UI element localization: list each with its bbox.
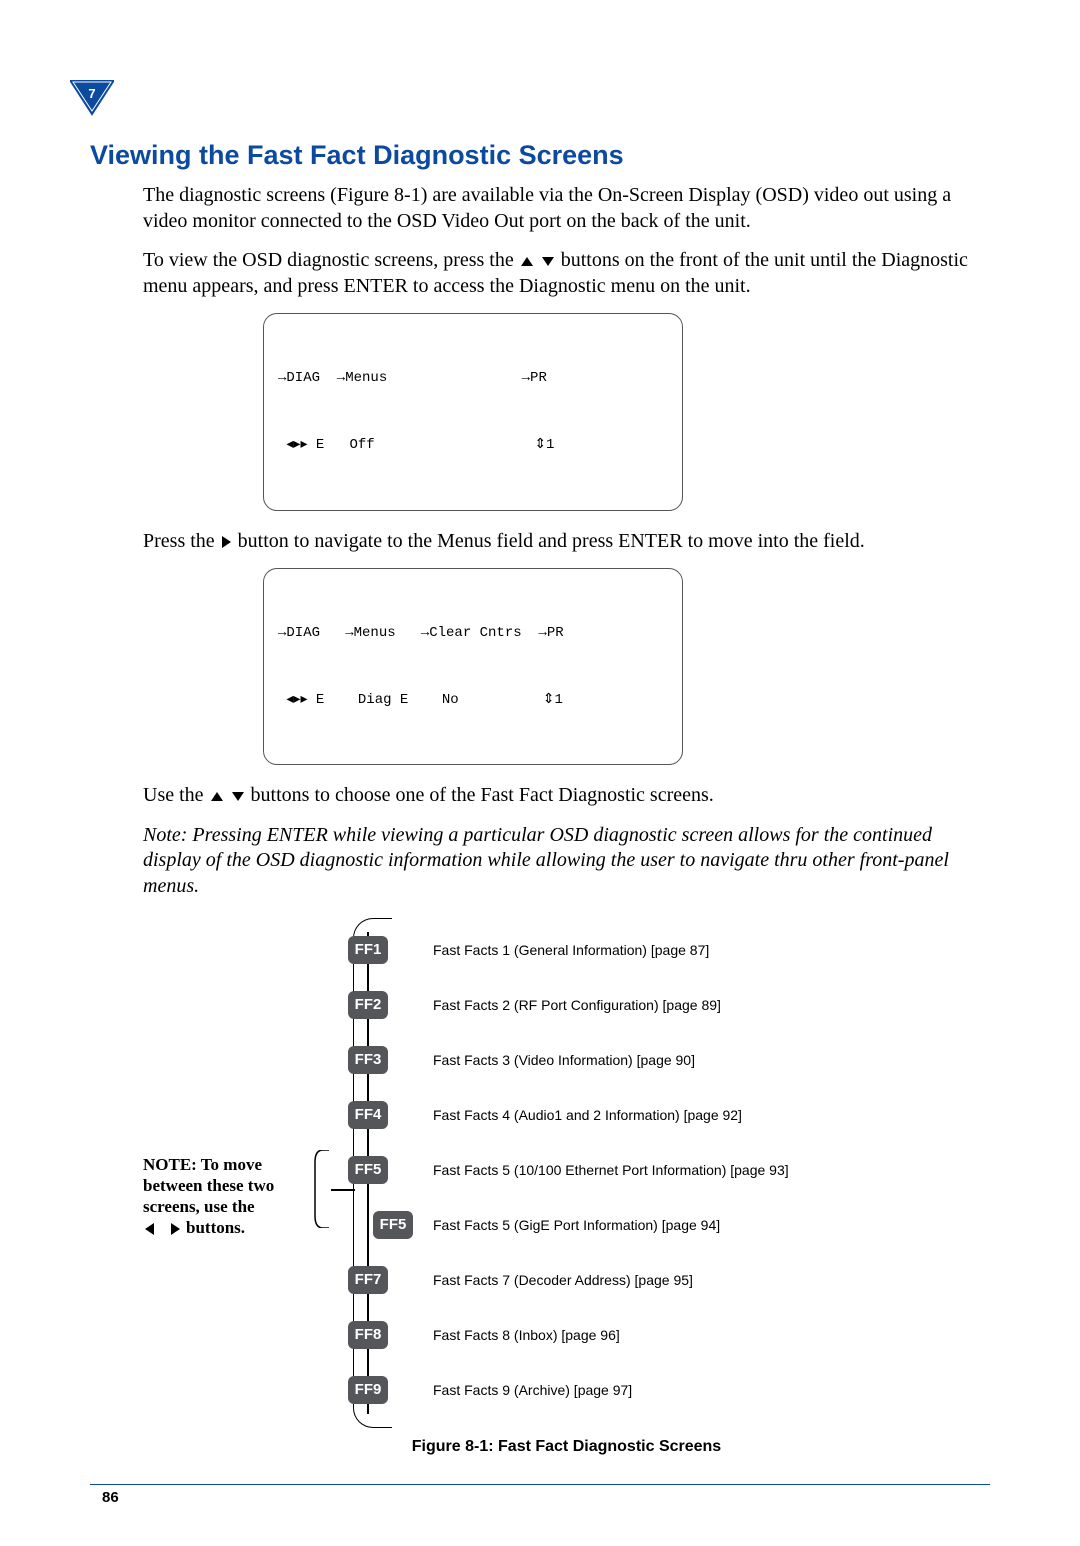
left-arrow-icon (145, 1223, 154, 1235)
footer-rule (90, 1484, 990, 1485)
up-arrow-icon (211, 792, 223, 801)
paragraph-osd-nav: To view the OSD diagnostic screens, pres… (143, 248, 990, 299)
ff-node: FF2 (348, 991, 388, 1019)
note-paragraph: Note: Pressing ENTER while viewing a par… (143, 823, 990, 900)
ff-node: FF7 (348, 1266, 388, 1294)
ff-node: FF3 (348, 1046, 388, 1074)
ff-label: Fast Facts 5 (10/100 Ethernet Port Infor… (433, 1156, 789, 1184)
page-title: Viewing the Fast Fact Diagnostic Screens (90, 140, 990, 171)
ff-node: FF5 (373, 1211, 413, 1239)
bracket-icon (313, 1150, 331, 1228)
lcd-display-1: →DIAG →Menus →PR ◂▸▸ E Off ⇕1 (263, 313, 683, 510)
ff-label: Fast Facts 1 (General Information) [page… (433, 936, 709, 964)
lcd-line: ◂▸▸ E Off ⇕1 (278, 434, 668, 456)
fast-fact-diagram: NOTE: To move between these two screens,… (143, 918, 990, 1428)
ff-node: FF8 (348, 1321, 388, 1349)
text: buttons. (186, 1218, 245, 1237)
right-arrow-icon (222, 536, 231, 548)
paragraph-choose-screen: Use the buttons to choose one of the Fas… (143, 783, 990, 809)
lcd-line: →DIAG →Menus →Clear Cntrs →PR (278, 622, 668, 644)
bracket-connector (331, 1189, 355, 1191)
up-arrow-icon (521, 257, 533, 266)
ff-label: Fast Facts 2 (RF Port Configuration) [pa… (433, 991, 721, 1019)
page-number: 86 (102, 1489, 990, 1506)
paragraph-menus-nav: Press the button to navigate to the Menu… (143, 529, 990, 555)
ff-label: Fast Facts 4 (Audio1 and 2 Information) … (433, 1101, 742, 1129)
text: button to navigate to the Menus field an… (238, 530, 865, 552)
ff-node: FF4 (348, 1101, 388, 1129)
down-arrow-icon (232, 792, 244, 801)
document-page: 7 Viewing the Fast Fact Diagnostic Scree… (0, 0, 1080, 1546)
diagram-side-note: NOTE: To move between these two screens,… (143, 1154, 313, 1239)
ff-label: Fast Facts 7 (Decoder Address) [page 95] (433, 1266, 693, 1294)
ff-node: FF1 (348, 936, 388, 964)
text: Use the (143, 784, 209, 806)
text: buttons to choose one of the Fast Fact D… (251, 784, 714, 806)
lcd-line: →DIAG →Menus →PR (278, 367, 668, 389)
ff-label: Fast Facts 3 (Video Information) [page 9… (433, 1046, 695, 1074)
lcd-line: ◂▸▸ E Diag E No ⇕1 (278, 689, 668, 711)
right-arrow-icon (171, 1223, 180, 1235)
ff-label: Fast Facts 5 (GigE Port Information) [pa… (433, 1211, 720, 1239)
paragraph-intro: The diagnostic screens (Figure 8-1) are … (143, 183, 990, 234)
lcd-display-2: →DIAG →Menus →Clear Cntrs →PR ◂▸▸ E Diag… (263, 568, 683, 765)
ff-node: FF5 (348, 1156, 388, 1184)
ff-label: Fast Facts 9 (Archive) [page 97] (433, 1376, 632, 1404)
ff-node: FF9 (348, 1376, 388, 1404)
text: To view the OSD diagnostic screens, pres… (143, 249, 519, 271)
ff-label: Fast Facts 8 (Inbox) [page 96] (433, 1321, 620, 1349)
figure-caption: Figure 8-1: Fast Fact Diagnostic Screens (143, 1438, 990, 1456)
down-arrow-icon (542, 257, 554, 266)
chapter-badge: 7 (70, 80, 114, 120)
text: NOTE: To move between these two screens,… (143, 1155, 274, 1217)
chapter-number: 7 (70, 86, 114, 101)
text: Press the (143, 530, 220, 552)
